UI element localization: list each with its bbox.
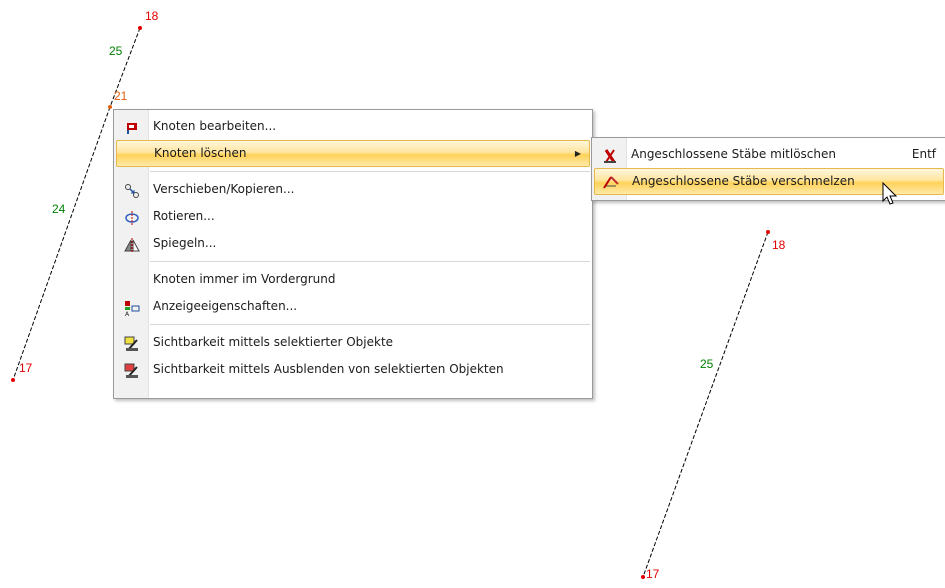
submenu-item-label: Angeschlossene Stäbe mitlöschen	[631, 147, 836, 161]
menu-item-edit-node[interactable]: Knoten bearbeiten...	[114, 113, 592, 140]
node-label: 18	[145, 9, 159, 23]
menu-item-label: Sichtbarkeit mittels Ausblenden von sele…	[153, 362, 504, 376]
merge-members-icon	[603, 174, 619, 190]
visibility-selected-icon	[124, 335, 140, 351]
menu-item-label: Sichtbarkeit mittels selektierter Objekt…	[153, 335, 394, 349]
menu-item-visibility-hide-selected[interactable]: Sichtbarkeit mittels Ausblenden von sele…	[114, 356, 592, 383]
member-label: 25	[109, 44, 123, 58]
context-menu: Knoten bearbeiten... Knoten löschen ▶ Ve…	[113, 109, 593, 399]
move-copy-icon	[124, 182, 140, 198]
menu-item-delete-node[interactable]: Knoten löschen ▶	[116, 140, 590, 167]
menu-item-move-copy[interactable]: Verschieben/Kopieren...	[114, 176, 592, 203]
submenu-item-label: Angeschlossene Stäbe verschmelzen	[632, 174, 855, 188]
visibility-hide-selected-icon	[124, 362, 140, 378]
menu-separator	[150, 261, 590, 262]
menu-separator	[150, 171, 590, 172]
node-point[interactable]	[766, 230, 770, 234]
menu-separator	[150, 324, 590, 325]
node-point-selected[interactable]	[108, 105, 112, 109]
menu-item-label: Knoten immer im Vordergrund	[153, 272, 336, 286]
svg-text:A: A	[125, 311, 130, 316]
member-label: 25	[700, 357, 714, 371]
mirror-icon	[124, 236, 140, 252]
node-label-selected: 21	[114, 89, 128, 103]
mouse-cursor-icon	[882, 182, 898, 205]
menu-item-label: Knoten bearbeiten...	[153, 119, 277, 133]
menu-item-label: Knoten löschen	[154, 146, 247, 160]
node-label: 17	[646, 567, 660, 581]
node-point[interactable]	[138, 26, 142, 30]
delete-members-icon	[602, 147, 618, 163]
shortcut-label: Entf	[911, 147, 936, 161]
menu-item-visibility-selected[interactable]: Sichtbarkeit mittels selektierter Objekt…	[114, 329, 592, 356]
menu-item-mirror[interactable]: Spiegeln...	[114, 230, 592, 257]
member-line-right[interactable]	[642, 231, 769, 578]
member-line-left[interactable]	[12, 106, 111, 381]
node-label: 18	[772, 238, 786, 252]
node-point[interactable]	[641, 575, 645, 579]
node-point[interactable]	[11, 378, 15, 382]
submenu-arrow-icon: ▶	[574, 149, 581, 158]
member-label: 24	[52, 202, 66, 216]
menu-item-label: Anzeigeeigenschaften...	[153, 299, 298, 313]
rotate-icon	[124, 209, 140, 225]
menu-item-label: Verschieben/Kopieren...	[153, 182, 295, 196]
node-label: 17	[19, 361, 33, 375]
edit-node-icon	[124, 119, 140, 135]
menu-item-rotate[interactable]: Rotieren...	[114, 203, 592, 230]
submenu-item-delete-members[interactable]: Angeschlossene Stäbe mitlöschen Entf	[592, 141, 945, 168]
menu-item-node-foreground[interactable]: Knoten immer im Vordergrund	[114, 266, 592, 293]
menu-item-label: Rotieren...	[153, 209, 215, 223]
menu-item-label: Spiegeln...	[153, 236, 217, 250]
display-properties-icon: A	[124, 299, 140, 318]
menu-item-display-properties[interactable]: A Anzeigeeigenschaften...	[114, 293, 592, 320]
